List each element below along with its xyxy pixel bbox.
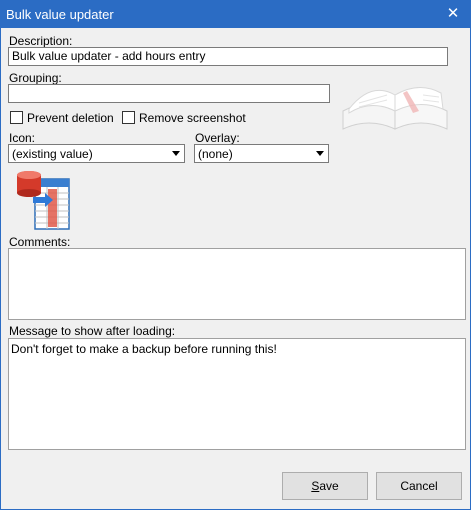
prevent-deletion-checkbox[interactable] xyxy=(10,111,23,124)
comments-textarea[interactable] xyxy=(8,248,466,320)
remove-screenshot-checkbox[interactable] xyxy=(122,111,135,124)
message-textarea[interactable]: Don't forget to make a backup before run… xyxy=(8,338,466,450)
dialog-window: Bulk value updater ✕ Description: Bulk v… xyxy=(0,0,471,510)
icon-dropdown[interactable]: (existing value) xyxy=(8,144,185,163)
database-table-icon xyxy=(11,169,73,231)
description-field[interactable]: Bulk value updater - add hours entry xyxy=(8,47,448,66)
chevron-down-icon xyxy=(172,151,180,156)
description-label: Description: xyxy=(9,34,73,48)
grouping-field[interactable] xyxy=(8,84,330,103)
overlay-label: Overlay: xyxy=(195,131,240,145)
overlay-dropdown-value: (none) xyxy=(198,147,233,161)
close-icon[interactable]: ✕ xyxy=(436,1,470,28)
open-book-icon xyxy=(339,73,451,135)
prevent-deletion-label: Prevent deletion xyxy=(27,111,114,125)
remove-screenshot-label: Remove screenshot xyxy=(139,111,246,125)
overlay-dropdown[interactable]: (none) xyxy=(194,144,329,163)
chevron-down-icon xyxy=(316,151,324,156)
message-label: Message to show after loading: xyxy=(9,324,176,338)
title-bar: Bulk value updater ✕ xyxy=(1,1,470,28)
cancel-button[interactable]: Cancel xyxy=(376,472,462,500)
icon-dropdown-value: (existing value) xyxy=(12,147,93,161)
save-button[interactable]: Save xyxy=(282,472,368,500)
window-title: Bulk value updater xyxy=(6,7,114,22)
grouping-label: Grouping: xyxy=(9,71,62,85)
icon-label: Icon: xyxy=(9,131,36,145)
comments-label: Comments: xyxy=(9,235,71,249)
